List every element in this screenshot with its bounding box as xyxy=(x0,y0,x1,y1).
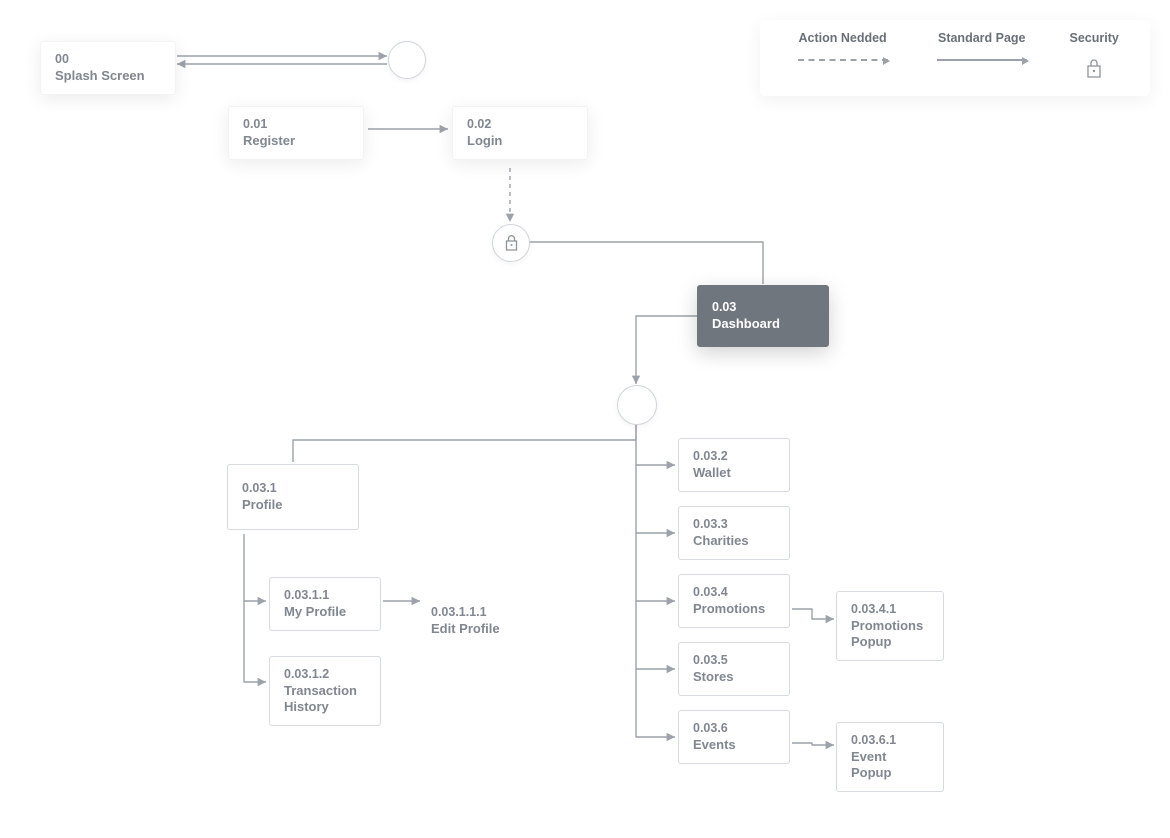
node-events: 0.03.6 Events xyxy=(678,710,790,764)
node-code: 0.03.5 xyxy=(693,653,775,669)
legend-standard-page: Standard Page xyxy=(912,31,1051,89)
node-title: Stores xyxy=(693,669,775,685)
node-code: 0.03.2 xyxy=(693,449,775,465)
node-code: 0.03.3 xyxy=(693,517,775,533)
node-title: Splash Screen xyxy=(55,68,161,84)
node-event-popup: 0.03.6.1 Event Popup xyxy=(836,722,944,792)
node-title: Transaction History xyxy=(284,683,366,716)
node-title: Dashboard xyxy=(712,316,814,332)
node-charities: 0.03.3 Charities xyxy=(678,506,790,560)
node-stores: 0.03.5 Stores xyxy=(678,642,790,696)
sitemap-canvas: Action Nedded Standard Page Security xyxy=(0,0,1170,838)
node-title: Profile xyxy=(242,497,344,513)
node-title: Promotions xyxy=(693,601,775,617)
node-code: 0.03.1.1 xyxy=(284,588,366,604)
solid-arrow-icon xyxy=(937,59,1027,61)
legend-security-label: Security xyxy=(1069,31,1118,45)
node-register: 0.01 Register xyxy=(228,106,364,160)
legend-box: Action Nedded Standard Page Security xyxy=(760,20,1150,96)
node-profile: 0.03.1 Profile xyxy=(227,464,359,530)
node-title: My Profile xyxy=(284,604,366,620)
node-code: 0.03 xyxy=(712,300,814,316)
node-code: 00 xyxy=(55,52,161,68)
node-code: 0.03.4.1 xyxy=(851,602,929,618)
node-code: 0.03.6 xyxy=(693,721,775,737)
node-promotions-popup: 0.03.4.1 Promotions Popup xyxy=(836,591,944,661)
node-code: 0.02 xyxy=(467,117,573,133)
security-lock-node xyxy=(492,224,530,262)
node-promotions: 0.03.4 Promotions xyxy=(678,574,790,628)
node-edit-profile: 0.03.1.1.1 Edit Profile xyxy=(431,605,500,637)
node-login: 0.02 Login xyxy=(452,106,588,160)
legend-action-label: Action Nedded xyxy=(798,31,886,45)
legend-standard-label: Standard Page xyxy=(938,31,1026,45)
node-code: 0.01 xyxy=(243,117,349,133)
lock-icon xyxy=(1085,59,1103,79)
node-title: Register xyxy=(243,133,349,149)
node-code: 0.03.1 xyxy=(242,481,344,497)
lock-icon xyxy=(504,235,519,252)
node-code: 0.03.4 xyxy=(693,585,775,601)
node-wallet: 0.03.2 Wallet xyxy=(678,438,790,492)
junction-circle-mid xyxy=(617,385,657,425)
legend-action-nedded: Action Nedded xyxy=(773,31,912,89)
node-code: 0.03.1.2 xyxy=(284,667,366,683)
dashed-arrow-icon xyxy=(798,59,888,61)
node-title: Edit Profile xyxy=(431,621,500,637)
node-my-profile: 0.03.1.1 My Profile xyxy=(269,577,381,631)
node-dashboard: 0.03 Dashboard xyxy=(697,285,829,347)
node-transaction-history: 0.03.1.2 Transaction History xyxy=(269,656,381,726)
node-title: Wallet xyxy=(693,465,775,481)
node-code: 0.03.6.1 xyxy=(851,733,929,749)
node-title: Charities xyxy=(693,533,775,549)
node-title: Promotions Popup xyxy=(851,618,929,651)
node-title: Events xyxy=(693,737,775,753)
node-splash: 00 Splash Screen xyxy=(40,41,176,95)
junction-circle-top xyxy=(388,41,426,79)
node-code: 0.03.1.1.1 xyxy=(431,605,500,621)
node-title: Login xyxy=(467,133,573,149)
legend-security: Security xyxy=(1051,31,1137,89)
node-title: Event Popup xyxy=(851,749,929,782)
